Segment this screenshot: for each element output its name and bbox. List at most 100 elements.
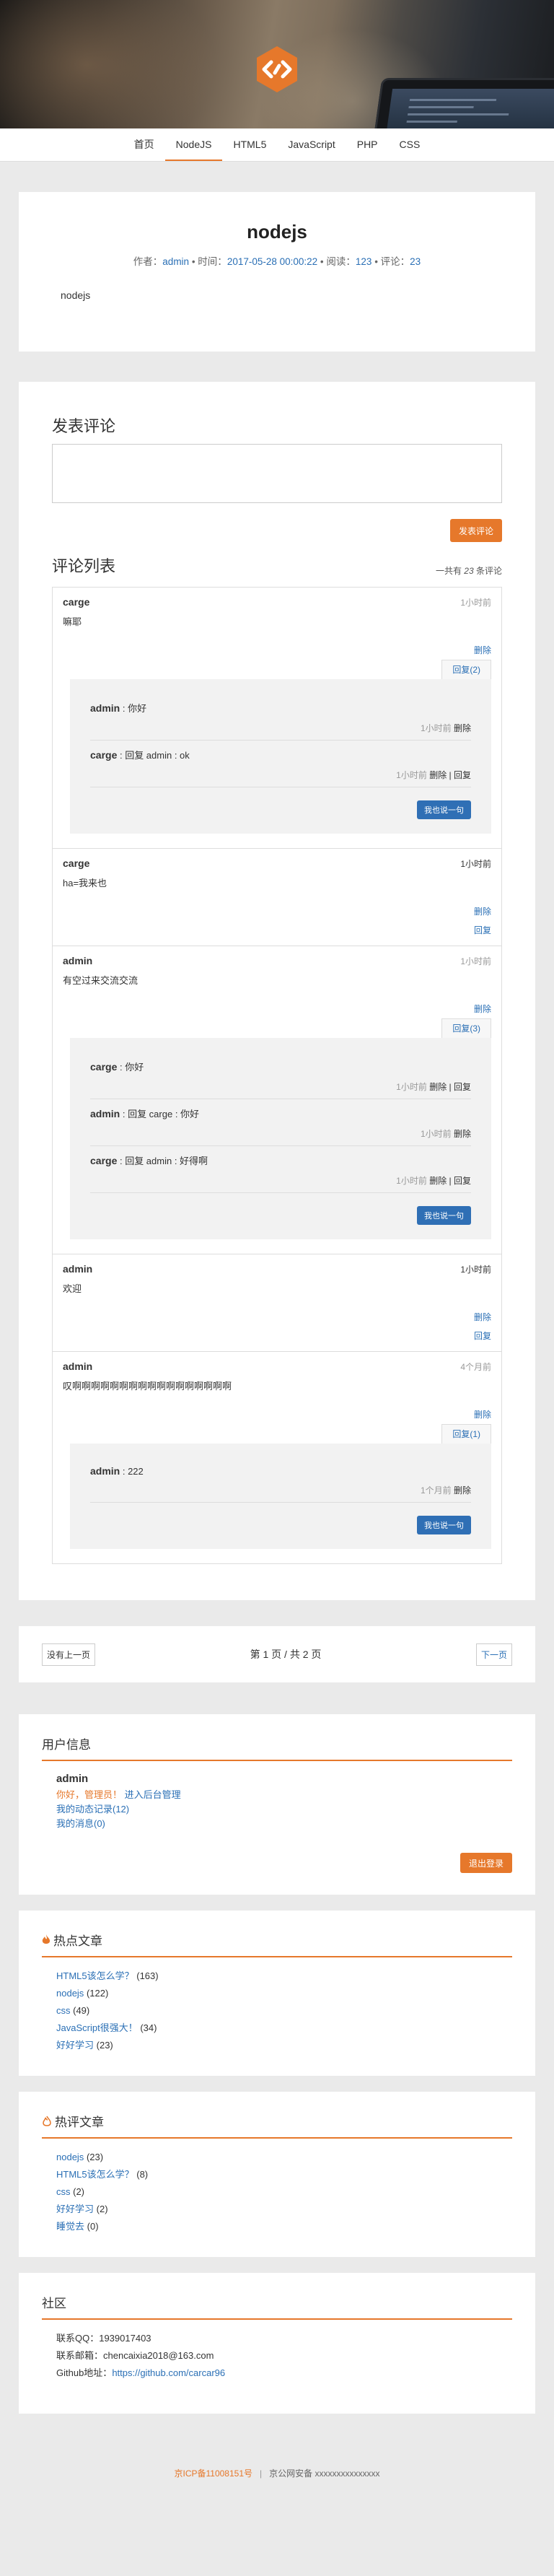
hot-comment-link[interactable]: HTML5该怎么学？ — [56, 2169, 134, 2180]
comment-text: 欢迎 — [63, 1283, 82, 1294]
hot-articles-card: 热点文章 HTML5该怎么学？ (163) nodejs (122) css (… — [19, 1911, 535, 2076]
nav-item-html5[interactable]: HTML5 — [222, 128, 277, 161]
read-count: 123 — [355, 256, 372, 267]
delete-link[interactable]: 删除 — [474, 907, 491, 917]
reply-submit-button[interactable]: 我也说一句 — [417, 1206, 471, 1225]
list-item: nodejs (122) — [56, 1988, 109, 1999]
reply-panel: carge : 你好 1小时前 删除 | 回复 admin : 回复 carge… — [70, 1038, 491, 1239]
nav-item-css[interactable]: CSS — [389, 128, 431, 161]
flame-outline-icon — [43, 2116, 51, 2126]
page-info: 第 1 页 / 共 2 页 — [250, 1649, 322, 1660]
nav-item-php[interactable]: PHP — [346, 128, 389, 161]
submit-comment-button[interactable]: 发表评论 — [449, 519, 502, 542]
article-time: 2017-05-28 00:00:22 — [227, 256, 318, 267]
comment-count: 23 — [410, 256, 421, 267]
article-card: nodejs 作者：admin • 时间：2017-05-28 00:00:22… — [19, 192, 535, 352]
hot-article-link[interactable]: JavaScript很强大！ — [56, 2022, 138, 2033]
comment-author: carge — [63, 596, 90, 608]
reply-link[interactable]: 回复 — [474, 1331, 491, 1341]
list-item: css (49) — [56, 2005, 90, 2016]
reply-panel: admin : 222 1个月前 删除 我也说一句 — [70, 1444, 491, 1549]
reply-author: carge — [90, 1155, 118, 1166]
reply-submit-button[interactable]: 我也说一句 — [417, 800, 471, 819]
reply-ops[interactable]: 删除 — [454, 1129, 471, 1139]
nav-item-home[interactable]: 首页 — [123, 128, 165, 161]
reply-ops[interactable]: 删除 — [454, 1485, 471, 1496]
comment-time: 1小时前 — [460, 1265, 491, 1275]
comment-time: 1小时前 — [460, 859, 491, 869]
user-info-card: 用户信息 admin 你好，管理员！ 进入后台管理 我的动态记录(12) 我的消… — [19, 1714, 535, 1895]
article-title: nodejs — [247, 221, 307, 243]
reply-author: admin — [90, 1108, 120, 1119]
replies-toggle[interactable]: 回复(2) — [441, 660, 491, 679]
comment-total: 一共有 23 条评论 — [435, 566, 502, 576]
activity-link[interactable]: 我的动态记录(12) — [56, 1804, 129, 1815]
comment-text: 叹啊啊啊啊啊啊啊啊啊啊啊啊啊啊啊啊啊 — [63, 1381, 232, 1392]
github-link[interactable]: https://github.com/carcar96 — [112, 2367, 225, 2378]
reply-author: admin — [90, 1465, 120, 1477]
comment-item: admin 4个月前 叹啊啊啊啊啊啊啊啊啊啊啊啊啊啊啊啊啊 删除 回复(1) a… — [53, 1352, 501, 1563]
delete-link[interactable]: 删除 — [474, 645, 491, 655]
reply-link[interactable]: 回复 — [474, 925, 491, 935]
main-nav: 首页 NodeJS HTML5 JavaScript PHP CSS — [0, 128, 554, 162]
replies-toggle[interactable]: 回复(1) — [441, 1424, 491, 1444]
reply-author: carge — [90, 1061, 118, 1073]
laptop-image — [374, 78, 554, 128]
user-name: admin — [56, 1773, 89, 1785]
reply-ops[interactable]: 删除 | 回复 — [429, 770, 471, 780]
list-item: nodejs (23) — [56, 2152, 104, 2162]
fire-icon — [42, 1934, 50, 1944]
list-item: css (2) — [56, 2186, 85, 2197]
list-item: 睡觉去 (0) — [56, 2221, 99, 2232]
replies-toggle[interactable]: 回复(3) — [441, 1018, 491, 1038]
comment-item: carge 1小时前 嘛耶 删除 回复(2) admin : 你好 1小时前 删… — [53, 588, 501, 849]
delete-link[interactable]: 删除 — [474, 1312, 491, 1322]
hot-comment-link[interactable]: css — [56, 2186, 71, 2197]
reply-submit-button[interactable]: 我也说一句 — [417, 1516, 471, 1534]
next-page-button[interactable]: 下一页 — [475, 1643, 512, 1666]
delete-link[interactable]: 删除 — [474, 1410, 491, 1420]
hot-articles-title: 热点文章 — [53, 1934, 102, 1948]
comment-text: 有空过来交流交流 — [63, 975, 138, 986]
reply-item: admin : 回复 carge : 你好 1小时前 删除 — [90, 1099, 471, 1146]
hot-article-link[interactable]: 好好学习 — [56, 2040, 94, 2051]
reply-author: admin — [90, 702, 120, 714]
delete-link[interactable]: 删除 — [474, 1004, 491, 1014]
comment-text: 嘛耶 — [63, 616, 82, 627]
comment-input[interactable] — [52, 444, 502, 503]
user-info-title: 用户信息 — [42, 1734, 512, 1761]
reply-ops[interactable]: 删除 | 回复 — [429, 1082, 471, 1092]
police-record: 京公网安备 xxxxxxxxxxxxxxx — [269, 2468, 380, 2479]
reply-ops[interactable]: 删除 — [454, 723, 471, 733]
nav-item-javascript[interactable]: JavaScript — [277, 128, 346, 161]
hot-comment-link[interactable]: nodejs — [56, 2152, 84, 2162]
admin-panel-link[interactable]: 进入后台管理 — [125, 1789, 181, 1800]
messages-link[interactable]: 我的消息(0) — [56, 1818, 105, 1829]
comment-list-title: 评论列表 — [52, 557, 116, 575]
hero-blur — [0, 0, 216, 128]
hero-banner — [0, 0, 554, 128]
logout-button[interactable]: 退出登录 — [460, 1853, 512, 1873]
author-link[interactable]: admin — [162, 256, 189, 267]
comment-text: ha=我来也 — [63, 878, 107, 888]
comment-author: admin — [63, 1263, 93, 1275]
hot-comment-link[interactable]: 睡觉去 — [56, 2221, 84, 2232]
contact-qq: 联系QQ：1939017403 — [56, 2333, 151, 2344]
hot-article-link[interactable]: nodejs — [56, 1988, 84, 1999]
article-meta: 作者：admin • 时间：2017-05-28 00:00:22 • 阅读：1… — [133, 256, 421, 267]
hot-comment-link[interactable]: 好好学习 — [56, 2204, 94, 2214]
contact-github: Github地址：https://github.com/carcar96 — [56, 2367, 226, 2378]
hot-article-link[interactable]: HTML5该怎么学？ — [56, 1970, 134, 1981]
reply-ops[interactable]: 删除 | 回复 — [429, 1176, 471, 1186]
community-card: 社区 联系QQ：1939017403 联系邮箱：chencaixia2018@1… — [19, 2273, 535, 2414]
comment-author: admin — [63, 1361, 93, 1372]
prev-page-button[interactable]: 没有上一页 — [42, 1643, 96, 1666]
site-logo-icon[interactable] — [252, 45, 302, 94]
comment-time: 1小时前 — [460, 956, 491, 966]
hot-article-link[interactable]: css — [56, 2005, 71, 2016]
reply-item: carge : 回复 admin : ok 1小时前 删除 | 回复 — [90, 741, 471, 787]
list-item: JavaScript很强大！ (34) — [56, 2022, 157, 2033]
comment-item: admin 1小时前 有空过来交流交流 删除 回复(3) carge : 你好 … — [53, 946, 501, 1254]
icp-link[interactable]: 京ICP备11008151号 — [175, 2468, 253, 2479]
nav-item-nodejs[interactable]: NodeJS — [164, 128, 223, 161]
